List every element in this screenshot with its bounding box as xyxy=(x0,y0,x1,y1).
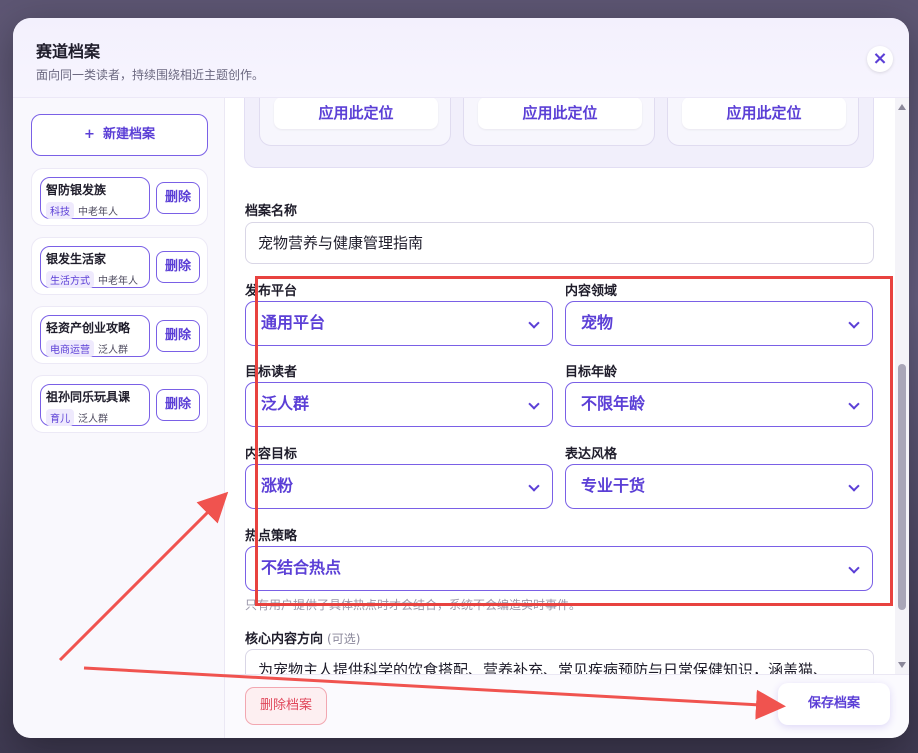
goal-label: 内容目标 xyxy=(245,447,298,462)
profile-item[interactable]: 银发生活家 生活方式 中老年人 xyxy=(40,246,150,288)
delete-profile-button[interactable]: 删除 xyxy=(156,389,200,421)
modal-footer: 删除档案 保存档案 xyxy=(225,674,909,738)
profile-form: 应用此定位 应用此定位 应用此定位 档案名称 宠物营养与健康管理指南 发布平台 … xyxy=(225,98,909,738)
preset-card: 应用此定位 xyxy=(463,98,655,146)
chevron-down-icon xyxy=(528,480,540,492)
chevron-down-icon xyxy=(848,317,860,329)
domain-value: 宠物 xyxy=(581,313,614,332)
preset-card: 应用此定位 xyxy=(667,98,859,146)
profile-item[interactable]: 轻资产创业攻略 电商运营 泛人群 xyxy=(40,315,150,357)
profile-tags: 生活方式 中老年人 xyxy=(46,269,138,288)
scroll-down-icon[interactable] xyxy=(898,662,906,668)
profile-sidebar: + 新建档案 智防银发族 科技 中老年人 删除 银发生活家 生活方式 中老年人 删除 xyxy=(13,98,225,738)
platform-select[interactable]: 通用平台 xyxy=(245,301,553,346)
profile-tags: 电商运营 泛人群 xyxy=(46,338,128,357)
modal-subtitle: 面向同一类读者，持续围绕相近主题创作。 xyxy=(36,68,265,82)
profile-domain-tag: 科技 xyxy=(46,202,74,219)
delete-archive-button[interactable]: 删除档案 xyxy=(245,687,327,725)
domain-select[interactable]: 宠物 xyxy=(565,301,873,346)
profile-card: 轻资产创业攻略 电商运营 泛人群 删除 xyxy=(31,306,208,364)
age-value: 不限年龄 xyxy=(581,394,646,413)
hotspot-value: 不结合热点 xyxy=(261,558,342,577)
hotspot-hint: 只有用户提供了具体热点时才会结合，系统不会编造实时事件。 xyxy=(245,598,582,612)
preset-card: 应用此定位 xyxy=(259,98,451,146)
chevron-down-icon xyxy=(848,562,860,574)
profile-name: 银发生活家 xyxy=(46,252,107,266)
apply-preset-button[interactable]: 应用此定位 xyxy=(478,98,642,129)
chevron-down-icon xyxy=(848,480,860,492)
profile-tags: 育儿 泛人群 xyxy=(46,407,108,426)
close-icon[interactable]: × xyxy=(867,46,893,72)
scroll-up-icon[interactable] xyxy=(898,104,906,110)
age-select[interactable]: 不限年龄 xyxy=(565,382,873,427)
chevron-down-icon xyxy=(528,398,540,410)
delete-profile-button[interactable]: 删除 xyxy=(156,251,200,283)
hotspot-label: 热点策略 xyxy=(245,529,298,544)
direction-label: 核心内容方向 (可选) xyxy=(245,628,360,647)
scrollbar[interactable] xyxy=(895,98,909,674)
profile-name: 祖孙同乐玩具课 xyxy=(46,390,131,404)
new-profile-label: 新建档案 xyxy=(102,127,155,142)
profile-domain-tag: 育儿 xyxy=(46,409,74,426)
modal-title: 赛道档案 xyxy=(36,42,101,61)
profile-card: 银发生活家 生活方式 中老年人 删除 xyxy=(31,237,208,295)
profile-card: 智防银发族 科技 中老年人 删除 xyxy=(31,168,208,226)
profile-name: 智防银发族 xyxy=(46,183,107,197)
profile-name-label: 档案名称 xyxy=(245,204,298,219)
scroll-thumb[interactable] xyxy=(898,364,906,610)
goal-select[interactable]: 涨粉 xyxy=(245,464,553,509)
profile-domain-tag: 生活方式 xyxy=(46,271,94,288)
profile-audience: 泛人群 xyxy=(78,414,108,425)
delete-profile-button[interactable]: 删除 xyxy=(156,320,200,352)
profile-name: 轻资产创业攻略 xyxy=(46,321,131,335)
profile-item[interactable]: 智防银发族 科技 中老年人 xyxy=(40,177,150,219)
modal-header: 赛道档案 面向同一类读者，持续围绕相近主题创作。 × xyxy=(13,18,909,98)
style-select[interactable]: 专业干货 xyxy=(565,464,873,509)
profile-audience: 中老年人 xyxy=(98,276,138,287)
profile-card: 祖孙同乐玩具课 育儿 泛人群 删除 xyxy=(31,375,208,433)
profile-domain-tag: 电商运营 xyxy=(46,340,94,357)
profile-modal: 赛道档案 面向同一类读者，持续围绕相近主题创作。 × + 新建档案 智防银发族 科… xyxy=(13,18,909,738)
style-value: 专业干货 xyxy=(581,476,646,495)
profile-name-input[interactable]: 宠物营养与健康管理指南 xyxy=(245,222,874,264)
delete-profile-button[interactable]: 删除 xyxy=(156,182,200,214)
chevron-down-icon xyxy=(528,317,540,329)
profile-tags: 科技 中老年人 xyxy=(46,200,118,219)
profile-audience: 中老年人 xyxy=(78,207,118,218)
audience-select[interactable]: 泛人群 xyxy=(245,382,553,427)
direction-label-text: 核心内容方向 xyxy=(245,632,324,647)
platform-label: 发布平台 xyxy=(245,284,298,299)
apply-preset-button[interactable]: 应用此定位 xyxy=(274,98,438,129)
chevron-down-icon xyxy=(848,398,860,410)
goal-value: 涨粉 xyxy=(261,476,294,495)
plus-icon: + xyxy=(84,127,95,142)
profile-audience: 泛人群 xyxy=(98,345,128,356)
hotspot-select[interactable]: 不结合热点 xyxy=(245,546,873,591)
save-archive-button[interactable]: 保存档案 xyxy=(778,683,890,725)
audience-value: 泛人群 xyxy=(261,394,310,413)
profile-item[interactable]: 祖孙同乐玩具课 育儿 泛人群 xyxy=(40,384,150,426)
domain-label: 内容领域 xyxy=(565,284,618,299)
optional-note: (可选) xyxy=(327,632,361,646)
new-profile-button[interactable]: + 新建档案 xyxy=(31,114,208,156)
apply-preset-button[interactable]: 应用此定位 xyxy=(682,98,846,129)
audience-label: 目标读者 xyxy=(245,365,298,380)
platform-value: 通用平台 xyxy=(261,313,326,332)
style-label: 表达风格 xyxy=(565,447,618,462)
preset-panel: 应用此定位 应用此定位 应用此定位 xyxy=(244,98,874,168)
age-label: 目标年龄 xyxy=(565,365,618,380)
